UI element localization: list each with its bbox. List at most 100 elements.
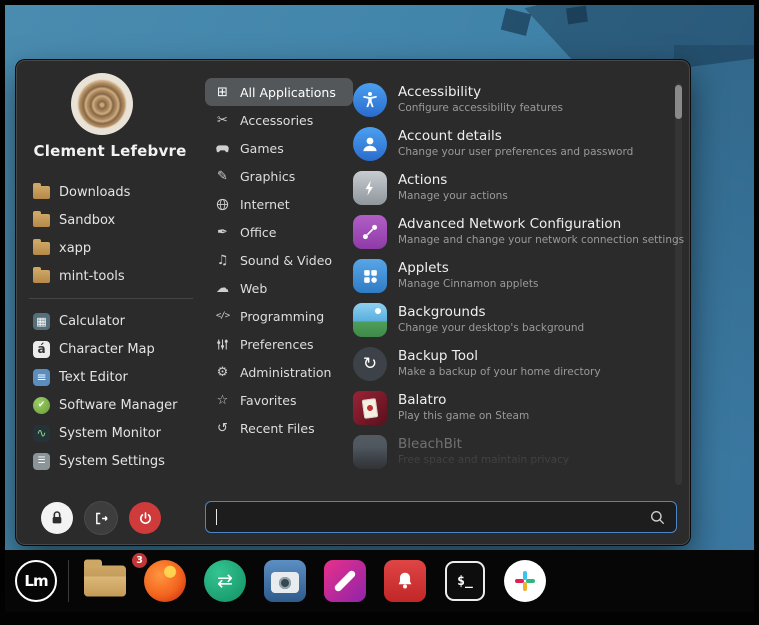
place-label: Downloads	[59, 185, 130, 200]
app-subtitle: Manage Cinnamon applets	[398, 278, 538, 291]
text-editor-icon: ≡	[33, 369, 50, 386]
app-accessibility[interactable]: Accessibility Configure accessibility fe…	[353, 78, 673, 122]
scissors-icon: ✂	[214, 114, 231, 127]
category-label: Programming	[240, 309, 324, 324]
app-title: Account details	[398, 129, 633, 145]
sidebar-item-calculator[interactable]: ▦ Calculator	[33, 307, 197, 335]
search-icon	[649, 509, 666, 526]
sidebar-item-text-editor[interactable]: ≡ Text Editor	[33, 363, 197, 391]
app-account-details[interactable]: Account details Change your user prefere…	[353, 122, 673, 166]
power-icon	[138, 511, 153, 526]
paint-brush-icon	[324, 560, 366, 602]
sidebar-item-label: Text Editor	[59, 370, 128, 385]
place-downloads[interactable]: Downloads	[33, 178, 197, 206]
cinnamon-menu: Clement Lefebvre Downloads Sandbox xapp …	[16, 60, 690, 545]
search-input[interactable]	[221, 510, 649, 525]
category-favorites[interactable]: ☆ Favorites	[205, 386, 353, 414]
app-subtitle: Manage your actions	[398, 190, 508, 203]
bottom-panel: Lm 3 ⇄ $_	[5, 550, 754, 612]
category-preferences[interactable]: Preferences	[205, 330, 353, 358]
sidebar-item-label: Calculator	[59, 314, 125, 329]
sidebar-item-system-monitor[interactable]: ∿ System Monitor	[33, 419, 197, 447]
taskbar-drawing[interactable]	[324, 560, 366, 602]
transfer-arrows-icon: ⇄	[204, 560, 246, 602]
category-programming[interactable]: </> Programming	[205, 302, 353, 330]
category-label: Accessories	[240, 113, 313, 128]
category-sound-video[interactable]: ♫ Sound & Video	[205, 246, 353, 274]
category-label: Internet	[240, 197, 290, 212]
category-accessories[interactable]: ✂ Accessories	[205, 106, 353, 134]
taskbar-warpinator[interactable]: ⇄	[204, 560, 246, 602]
shut-down-button[interactable]	[129, 502, 161, 534]
taskbar-notifications[interactable]	[384, 560, 426, 602]
category-administration[interactable]: ⚙ Administration	[205, 358, 353, 386]
taskbar-slack[interactable]	[504, 560, 546, 602]
file-manager-icon	[84, 566, 126, 597]
category-label: Administration	[240, 365, 331, 380]
sliders-icon	[214, 337, 231, 352]
scrollbar-track[interactable]	[675, 83, 682, 485]
character-map-icon: á	[33, 341, 50, 358]
sidebar-item-character-map[interactable]: á Character Map	[33, 335, 197, 363]
accessibility-icon	[353, 83, 387, 117]
folder-icon	[33, 270, 50, 283]
category-label: Favorites	[240, 393, 296, 408]
taskbar-terminal[interactable]: $_	[445, 561, 485, 601]
log-out-button[interactable]	[85, 502, 117, 534]
user-name: Clement Lefebvre	[17, 142, 203, 160]
category-web[interactable]: ☁ Web	[205, 274, 353, 302]
category-internet[interactable]: Internet	[205, 190, 353, 218]
screen: Clement Lefebvre Downloads Sandbox xapp …	[0, 0, 759, 625]
pencil-icon: ✎	[214, 170, 231, 183]
category-games[interactable]: Games	[205, 134, 353, 162]
menu-button[interactable]: Lm	[15, 560, 57, 602]
bleachbit-icon	[353, 435, 387, 469]
app-backgrounds[interactable]: Backgrounds Change your desktop's backgr…	[353, 298, 673, 342]
place-label: mint-tools	[59, 269, 125, 284]
category-recent-files[interactable]: ↺ Recent Files	[205, 414, 353, 442]
globe-icon	[214, 197, 231, 212]
sidebar-item-label: Software Manager	[59, 398, 177, 413]
scrollbar-thumb[interactable]	[675, 85, 682, 119]
category-office[interactable]: ✒ Office	[205, 218, 353, 246]
category-label: Recent Files	[240, 421, 315, 436]
panel-separator	[68, 560, 69, 602]
text-caret	[216, 509, 217, 525]
user-avatar[interactable]	[71, 73, 133, 135]
place-mint-tools[interactable]: mint-tools	[33, 262, 197, 290]
folder-downloads-icon	[33, 186, 50, 199]
code-icon: </>	[214, 312, 231, 321]
app-title: Actions	[398, 173, 508, 189]
app-backup-tool[interactable]: ↻ Backup Tool Make a backup of your home…	[353, 342, 673, 386]
history-clock-icon: ↺	[214, 422, 231, 435]
app-balatro[interactable]: Balatro Play this game on Steam	[353, 386, 673, 430]
place-label: Sandbox	[59, 213, 115, 228]
taskbar-files[interactable]	[84, 566, 126, 597]
app-subtitle: Change your desktop's background	[398, 322, 584, 335]
wallpaper-landscape-icon	[353, 303, 387, 337]
category-label: Web	[240, 281, 267, 296]
search-bar[interactable]	[205, 501, 677, 533]
category-graphics[interactable]: ✎ Graphics	[205, 162, 353, 190]
lock-icon	[49, 510, 65, 526]
app-bleachbit[interactable]: BleachBit Free space and maintain privac…	[353, 430, 673, 474]
category-label: Games	[240, 141, 284, 156]
mint-logo-icon: Lm	[24, 572, 47, 590]
place-sandbox[interactable]: Sandbox	[33, 206, 197, 234]
taskbar-screenshot[interactable]	[264, 560, 306, 602]
wallpaper-shape	[566, 6, 588, 25]
sidebar-item-label: System Settings	[59, 454, 165, 469]
category-all-applications[interactable]: ⊞ All Applications	[205, 78, 353, 106]
app-applets[interactable]: Applets Manage Cinnamon applets	[353, 254, 673, 298]
place-xapp[interactable]: xapp	[33, 234, 197, 262]
sidebar-item-software-manager[interactable]: ✔ Software Manager	[33, 391, 197, 419]
sidebar-item-system-settings[interactable]: ☰ System Settings	[33, 447, 197, 475]
app-subtitle: Make a backup of your home directory	[398, 366, 601, 379]
lock-screen-button[interactable]	[41, 502, 73, 534]
slack-icon	[504, 560, 546, 602]
app-actions[interactable]: Actions Manage your actions	[353, 166, 673, 210]
app-advanced-network-configuration[interactable]: Advanced Network Configuration Manage an…	[353, 210, 673, 254]
folder-icon	[33, 214, 50, 227]
app-subtitle: Play this game on Steam	[398, 410, 529, 423]
taskbar-firefox[interactable]: 3	[144, 560, 186, 602]
